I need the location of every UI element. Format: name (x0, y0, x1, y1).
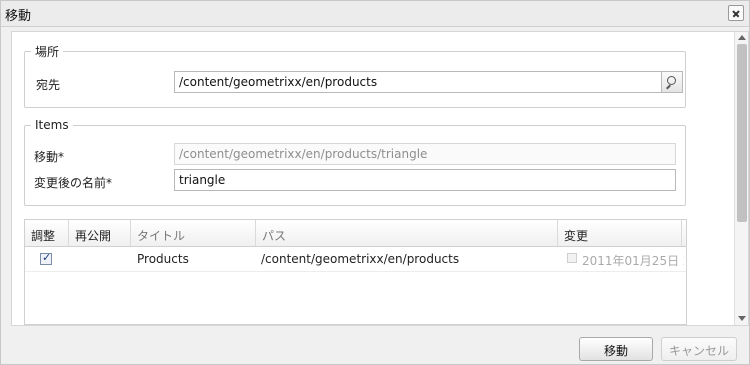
references-grid: 調整 再公開 タイトル パス 変更 Products /content/geom… (24, 219, 687, 325)
column-header-adjust[interactable]: 調整 (25, 220, 69, 246)
column-header-republish[interactable]: 再公開 (69, 220, 131, 246)
row-modified-date: 2011年01月25日 21 (582, 254, 684, 268)
rename-label: 変更後の名前* (34, 176, 113, 190)
search-icon[interactable] (662, 71, 683, 93)
items-legend: Items (35, 118, 69, 132)
adjust-checkbox[interactable] (40, 251, 52, 265)
destination-input[interactable]: /content/geometrixx/en/products (174, 71, 662, 93)
grid-header: 調整 再公開 タイトル パス 変更 (25, 220, 686, 247)
destination-label: 宛先 (36, 78, 61, 92)
dialog-titlebar[interactable]: 移動 (1, 1, 749, 27)
move-button[interactable]: 移動 (579, 337, 653, 361)
move-dialog: 移動 場所 宛先 /content/geometrixx/en/products… (0, 0, 750, 365)
location-legend: 場所 (35, 45, 60, 59)
vertical-scrollbar[interactable] (734, 32, 748, 325)
table-row[interactable]: Products /content/geometrixx/en/products… (25, 247, 686, 272)
column-header-title[interactable]: タイトル (131, 220, 256, 246)
row-path: /content/geometrixx/en/products (261, 252, 460, 266)
rename-input[interactable]: triangle (174, 169, 676, 191)
move-path-field: /content/geometrixx/en/products/triangle (174, 143, 676, 165)
column-header-path[interactable]: パス (256, 220, 558, 246)
cancel-button[interactable]: キャンセル (661, 337, 737, 361)
scrollbar-thumb[interactable] (737, 44, 747, 222)
dialog-title: 移動 (5, 9, 32, 24)
close-icon[interactable] (728, 5, 744, 21)
scroll-down-arrow-icon[interactable] (738, 316, 746, 321)
dialog-body: 場所 宛先 /content/geometrixx/en/products It… (11, 31, 749, 326)
scroll-up-arrow-icon[interactable] (738, 35, 746, 40)
modified-checkbox (567, 253, 577, 263)
move-label: 移動* (34, 150, 65, 164)
column-header-modified[interactable]: 変更 (558, 220, 682, 246)
row-title: Products (137, 252, 189, 266)
